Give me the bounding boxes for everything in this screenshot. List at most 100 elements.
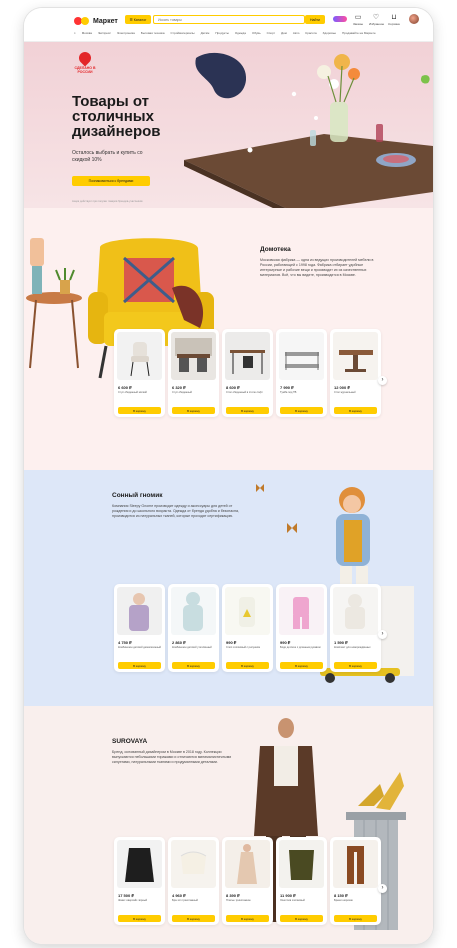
product-name[interactable]: Комбинезон детский утеплённый (172, 646, 215, 649)
nav-item[interactable]: Детям (201, 31, 210, 35)
product-card[interactable]: 7 990 ₽ Тумба под ТВ В корзину (276, 329, 327, 417)
product-card[interactable]: 2 860 ₽ Комбинезон детский утеплённый В … (168, 584, 219, 672)
nav-item[interactable]: Обувь (252, 31, 261, 35)
product-image (117, 332, 162, 380)
add-to-cart-button[interactable]: В корзину (226, 915, 269, 922)
product-price: 6 320 ₽ (172, 385, 186, 390)
add-to-cart-button[interactable]: В корзину (118, 407, 161, 414)
product-name[interactable]: Лонгслив хлопковый (280, 899, 323, 902)
product-name[interactable]: Бра-топ трикотажный (172, 899, 215, 902)
brand-title: Домотека (260, 246, 291, 253)
product-card[interactable]: 6 320 ₽ Стул обеденный В корзину (168, 329, 219, 417)
brand-description: Московская фабрика — одна из ведущих про… (260, 258, 374, 277)
product-price: 8 150 ₽ (334, 893, 348, 898)
product-name[interactable]: Стол журнальный (334, 391, 377, 394)
catalog-button[interactable]: ☰ Каталог (125, 15, 151, 24)
nav-item[interactable]: Авто (293, 31, 300, 35)
product-name[interactable]: Комбинезон детский демисезонный (118, 646, 161, 649)
add-to-cart-button[interactable]: В корзину (226, 662, 269, 669)
brand-title: Сонный гномик (112, 492, 163, 499)
category-nav: ⌖ Москва Экспресс Электроника Бытовая те… (74, 29, 424, 37)
product-name[interactable]: Стол обеденный в стиле лофт (226, 391, 269, 394)
add-to-cart-button[interactable]: В корзину (280, 407, 323, 414)
page-frame: Маркет ☰ Каталог Найти ▭ Заказы ♡ Избран… (24, 8, 433, 944)
add-to-cart-button[interactable]: В корзину (226, 407, 269, 414)
search-input[interactable] (153, 15, 305, 24)
user-avatar[interactable] (409, 14, 419, 24)
nav-item[interactable]: Дом (281, 31, 287, 35)
favorites-button[interactable]: ♡ Избранное (369, 14, 384, 26)
nav-item[interactable]: Спорт (267, 31, 275, 35)
brand-section-surovaya: SUROVAYA Бренд, основанный дизайнером в … (24, 706, 433, 944)
nav-item[interactable]: Продукты (215, 31, 229, 35)
product-carousel: 17 500 ₽ Жакет оверсайз чёрный В корзину… (114, 837, 381, 925)
chevron-right-icon[interactable]: › (378, 376, 387, 385)
add-to-cart-button[interactable]: В корзину (118, 915, 161, 922)
nav-item[interactable]: Бытовая техника (141, 31, 165, 35)
product-carousel: 6 600 ₽ Стул обеденный мягкий В корзину … (114, 329, 381, 417)
product-card[interactable]: 4 750 ₽ Комбинезон детский демисезонный … (114, 584, 165, 672)
add-to-cart-button[interactable]: В корзину (172, 915, 215, 922)
product-card[interactable]: 1 590 ₽ Комплект для новорождённых В кор… (330, 584, 381, 672)
product-name[interactable]: Брюки широкие (334, 899, 377, 902)
nav-item[interactable]: Красота (305, 31, 316, 35)
product-image (171, 332, 216, 380)
orders-button[interactable]: ▭ Заказы (351, 14, 365, 26)
product-name[interactable]: Слип хлопковый с рисунком (226, 646, 269, 649)
add-to-cart-button[interactable]: В корзину (334, 407, 377, 414)
product-image (117, 587, 162, 635)
product-card[interactable]: 12 000 ₽ Стол журнальный В корзину (330, 329, 381, 417)
product-name[interactable]: Тумба под ТВ (280, 391, 323, 394)
nav-item[interactable]: Экспресс (98, 31, 111, 35)
nav-item[interactable]: Электроника (117, 31, 135, 35)
logo-mark-yellow (81, 17, 89, 25)
product-name[interactable]: Комплект для новорождённых (334, 646, 377, 649)
product-card[interactable]: 6 600 ₽ Стул обеденный мягкий В корзину (114, 329, 165, 417)
heart-icon (76, 49, 94, 67)
add-to-cart-button[interactable]: В корзину (334, 915, 377, 922)
add-to-cart-button[interactable]: В корзину (334, 662, 377, 669)
cart-label: Корзина (388, 22, 400, 26)
search-button[interactable]: Найти (305, 15, 325, 24)
product-image (171, 587, 216, 635)
product-card[interactable]: 8 150 ₽ Брюки широкие В корзину (330, 837, 381, 925)
city-selector[interactable]: Москва (82, 31, 92, 35)
brand-description: Бренд, основанный дизайнером в Москве в … (112, 750, 232, 764)
product-card[interactable]: 990 ₽ Боди детское с длинным рукавом В к… (276, 584, 327, 672)
product-card[interactable]: 8 390 ₽ Платье трикотажное В корзину (222, 837, 273, 925)
chevron-right-icon[interactable]: › (378, 884, 387, 893)
add-to-cart-button[interactable]: В корзину (280, 662, 323, 669)
product-card[interactable]: 4 960 ₽ Бра-топ трикотажный В корзину (168, 837, 219, 925)
nav-item[interactable]: Здоровье (323, 31, 336, 35)
product-name[interactable]: Боди детское с длинным рукавом (280, 646, 323, 649)
brand-section-sleepy-gnome: Сонный гномик Компания Sleepy Gnome прои… (24, 470, 433, 706)
made-in-russia-badge: Сделано в России (74, 49, 96, 74)
nav-item[interactable]: Продавайте на Маркете (342, 31, 376, 35)
add-to-cart-button[interactable]: В корзину (172, 662, 215, 669)
plus-badge[interactable] (333, 16, 347, 22)
product-name[interactable]: Стул обеденный мягкий (118, 391, 161, 394)
product-name[interactable]: Жакет оверсайз чёрный (118, 899, 161, 902)
product-card[interactable]: 11 900 ₽ Лонгслив хлопковый В корзину (276, 837, 327, 925)
add-to-cart-button[interactable]: В корзину (172, 407, 215, 414)
nav-item[interactable]: Стройматериалы (171, 31, 195, 35)
product-image (225, 587, 270, 635)
cart-button[interactable]: ⊔ Корзина (387, 14, 401, 26)
product-card[interactable]: 990 ₽ Слип хлопковый с рисунком В корзин… (222, 584, 273, 672)
product-price: 2 860 ₽ (172, 640, 186, 645)
add-to-cart-button[interactable]: В корзину (118, 662, 161, 669)
product-card[interactable]: 17 500 ₽ Жакет оверсайз чёрный В корзину (114, 837, 165, 925)
market-logo[interactable]: Маркет (74, 15, 118, 27)
product-image (333, 840, 378, 888)
product-image (333, 332, 378, 380)
product-card[interactable]: 8 600 ₽ Стол обеденный в стиле лофт В ко… (222, 329, 273, 417)
brand-title: SUROVAYA (112, 738, 148, 745)
hero-cta-button[interactable]: Познакомиться с брендами (72, 176, 150, 186)
add-to-cart-button[interactable]: В корзину (280, 915, 323, 922)
product-name[interactable]: Стул обеденный (172, 391, 215, 394)
orders-label: Заказы (352, 22, 364, 26)
nav-item[interactable]: Одежда (235, 31, 246, 35)
hero-banner: Сделано в России Товары от столичных диз… (24, 42, 433, 208)
chevron-right-icon[interactable]: › (378, 630, 387, 639)
product-name[interactable]: Платье трикотажное (226, 899, 269, 902)
